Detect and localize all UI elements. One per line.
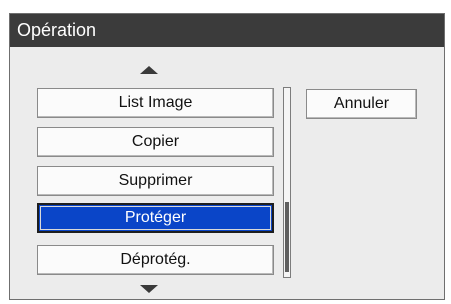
scrollbar-thumb[interactable] <box>285 202 289 272</box>
operation-dialog: Opération List Image Copier Supprimer Pr… <box>9 13 445 300</box>
scroll-down-icon[interactable] <box>140 285 158 293</box>
menu-item-supprimer[interactable]: Supprimer <box>37 166 274 196</box>
menu-item-proteger[interactable]: Protéger <box>37 203 274 233</box>
menu-item-list-image[interactable]: List Image <box>37 88 274 118</box>
menu-scrollbar[interactable] <box>283 87 291 278</box>
dialog-title: Opération <box>10 14 444 47</box>
menu-item-copier[interactable]: Copier <box>37 127 274 157</box>
cancel-button[interactable]: Annuler <box>306 89 417 119</box>
scroll-up-icon[interactable] <box>140 66 158 74</box>
menu-item-deproteger[interactable]: Déprotég. <box>37 245 274 275</box>
